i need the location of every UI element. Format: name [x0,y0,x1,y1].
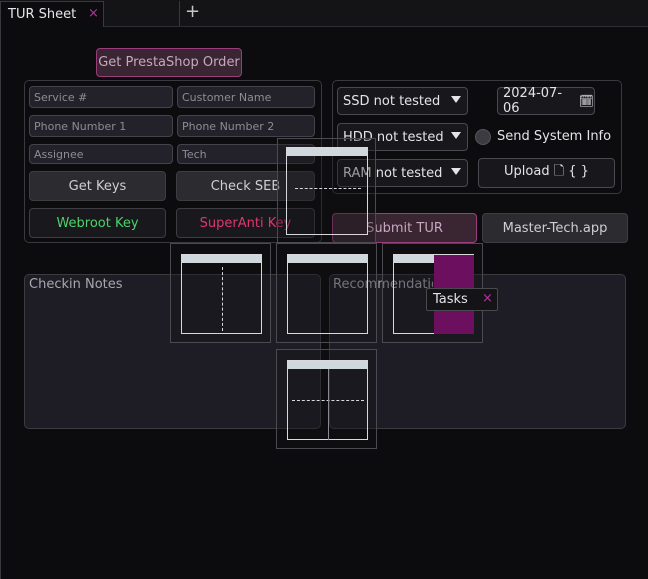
dock-target-bottom-header [288,361,367,369]
dock-target-top[interactable] [277,138,376,243]
tab-title: TUR Sheet [8,7,77,22]
add-tab-icon[interactable]: + [185,1,200,23]
dock-target-top-box [286,147,368,235]
checkin-notes-label: Checkin Notes [29,277,123,292]
tab-tur-sheet[interactable]: TUR Sheet × [0,1,104,27]
dock-split-line [222,267,223,331]
service-number-input[interactable]: Service # [29,86,173,108]
dock-target-left-header [182,255,261,263]
dock-split-line [328,369,329,440]
dock-target-center-box [287,254,368,334]
tab-close-icon[interactable]: × [88,6,99,21]
chevron-down-icon [451,132,461,139]
dock-split-line [295,188,361,189]
tasks-close-icon[interactable]: × [482,291,493,306]
ssd-status-select[interactable]: SSD not tested [337,87,468,115]
dock-target-left[interactable] [170,243,271,343]
customer-name-input[interactable]: Customer Name [177,86,315,108]
chevron-down-icon [451,96,461,103]
get-prestashop-order-button[interactable]: Get PrestaShop Order [96,48,242,77]
tab-bar: TUR Sheet × + [0,0,648,27]
phone-number-1-input[interactable]: Phone Number 1 [29,115,173,137]
send-system-info-checkbox[interactable] [475,129,491,145]
webroot-key-button[interactable]: Webroot Key [29,208,166,238]
date-picker[interactable]: 2024-07-06 🗓 [497,86,595,116]
dock-target-center[interactable] [276,243,377,343]
send-system-info-label: Send System Info [497,129,612,144]
get-keys-button[interactable]: Get Keys [29,171,166,201]
tasks-tab-label: Tasks [433,292,468,307]
upload-button[interactable]: Upload 🗋 { } [478,158,615,188]
dock-target-center-header [288,255,367,263]
phone-number-2-input[interactable]: Phone Number 2 [177,115,315,137]
tab-separator [179,1,180,26]
date-value: 2024-07-06 [503,86,563,116]
dock-target-top-header [287,148,367,156]
tasks-tab-drag[interactable]: Tasks × [426,288,498,311]
dock-target-bottom[interactable] [276,349,377,449]
dock-target-left-box [181,254,262,334]
assignee-input[interactable]: Assignee [29,144,173,164]
chevron-down-icon [451,168,461,175]
master-tech-button[interactable]: Master-Tech.app [482,213,628,243]
calendar-icon[interactable]: 🗓 [579,94,594,108]
dock-target-bottom-box [287,360,368,440]
ssd-status-value: SSD not tested [343,93,441,109]
